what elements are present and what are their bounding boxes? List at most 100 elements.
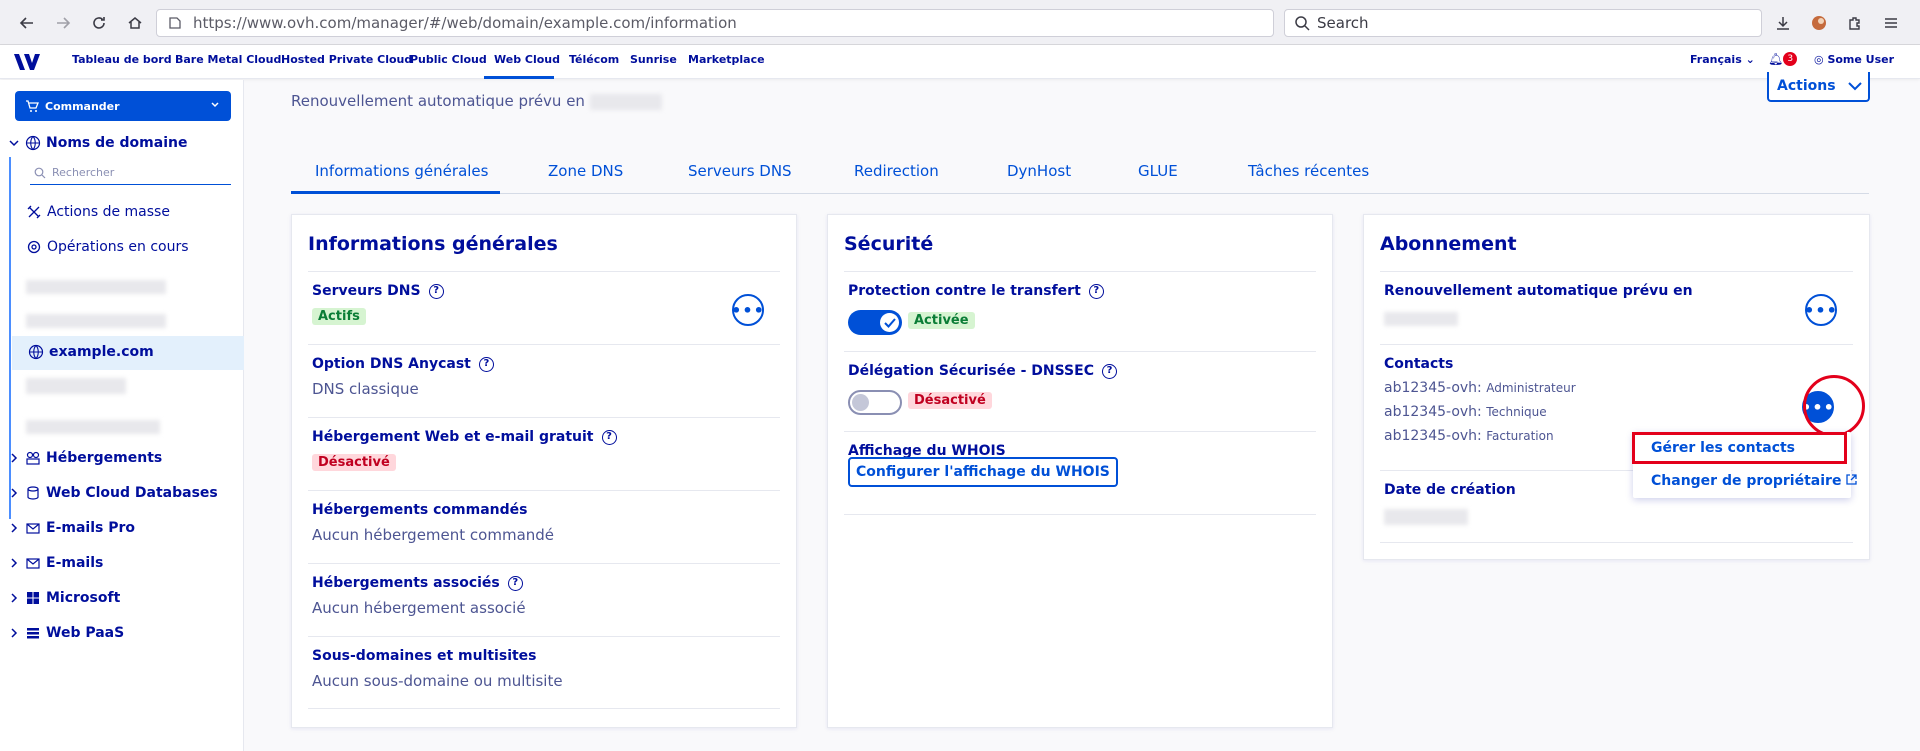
actions-label: Actions (1777, 78, 1836, 94)
renewal-more-button[interactable]: ••• (1804, 294, 1838, 326)
tab-recent-tasks[interactable]: Tâches récentes (1248, 162, 1369, 180)
blurred-domain-4[interactable] (26, 420, 160, 434)
anycast-label: Option DNS Anycast? (312, 356, 494, 372)
help-icon[interactable]: ? (1088, 283, 1104, 299)
ovh-logo-icon[interactable] (12, 52, 46, 72)
help-icon[interactable]: ? (507, 575, 523, 591)
sidebar-item-label: Noms de domaine (46, 135, 188, 151)
reload-button[interactable] (86, 10, 112, 36)
more-icon: ••• (731, 300, 765, 320)
nav-sunrise[interactable]: Sunrise (630, 53, 677, 66)
toggle-knob (852, 394, 869, 411)
subdomains-label: Sous-domaines et multisites (312, 648, 537, 664)
transfer-protection-label-text: Protection contre le transfert (848, 283, 1081, 299)
renewal-row: Renouvellement automatique prévu en ••• (1380, 271, 1853, 344)
browser-toolbar: https://www.ovh.com/manager/#/web/domain… (0, 0, 1920, 45)
blurred-renewal-value (1384, 312, 1458, 326)
dnssec-status-badge: Désactivé (908, 392, 992, 409)
help-icon[interactable]: ? (428, 283, 444, 299)
dnssec-toggle[interactable] (848, 390, 902, 415)
contact-admin: ab12345-ovh: Administrateur (1384, 380, 1576, 396)
dns-servers-row: Serveurs DNS? Actifs ••• (308, 271, 780, 344)
sidebar-item-label: Actions de masse (47, 204, 170, 220)
help-icon[interactable]: ? (478, 356, 494, 372)
tab-general-info[interactable]: Informations générales (315, 162, 488, 180)
tab-glue[interactable]: GLUE (1138, 162, 1178, 180)
card-title: Informations générales (308, 233, 558, 255)
tab-dns-servers[interactable]: Serveurs DNS (688, 162, 792, 180)
dnssec-row: Délégation Sécurisée - DNSSEC? Désactivé (844, 351, 1316, 431)
profile-button[interactable] (1806, 10, 1832, 36)
blurred-domain-2[interactable] (26, 314, 166, 328)
sidebar-item-label: Microsoft (46, 590, 121, 606)
sidebar-item-web-paas[interactable]: Web PaaS (8, 625, 124, 641)
sidebar-item-emails[interactable]: E-mails (8, 555, 103, 571)
nav-telecom[interactable]: Télécom (569, 53, 619, 66)
nav-public-cloud[interactable]: Public Cloud (410, 53, 487, 66)
language-selector[interactable]: Français ⌄ (1690, 53, 1755, 66)
blurred-domain-3[interactable] (26, 378, 126, 394)
notifications-button[interactable]: 🔔︎ 3 (1768, 52, 1798, 66)
extensions-button[interactable] (1842, 10, 1868, 36)
mail-icon (26, 523, 40, 534)
hosting-associated-label-text: Hébergements associés (312, 575, 500, 591)
notification-count: 3 (1783, 52, 1798, 66)
creation-date-label: Date de création (1384, 482, 1516, 498)
forward-arrow-icon (57, 17, 71, 29)
sidebar-item-hosting[interactable]: Hébergements (8, 450, 162, 466)
dns-servers-more-button[interactable]: ••• (731, 294, 765, 326)
language-label: Français (1690, 53, 1742, 66)
sidebar-item-emails-pro[interactable]: E-mails Pro (8, 520, 135, 536)
blurred-domain-1[interactable] (26, 280, 166, 294)
stack-icon (27, 628, 39, 639)
sidebar-item-domains[interactable]: Noms de domaine (8, 135, 187, 151)
commander-button[interactable]: Commander (15, 91, 231, 121)
security-card: Sécurité Protection contre le transfert?… (827, 214, 1333, 728)
sidebar-search-input[interactable]: Rechercher (30, 161, 231, 185)
header-renewal-label: Renouvellement automatique prévu en (291, 92, 585, 110)
user-menu[interactable]: ◎ Some User (1814, 53, 1894, 66)
tab-redirection[interactable]: Redirection (854, 162, 939, 180)
back-button[interactable] (14, 10, 40, 36)
transfer-protection-toggle[interactable] (848, 310, 902, 335)
configure-whois-button[interactable]: Configurer l'affichage du WHOIS (848, 457, 1118, 487)
change-owner-item[interactable]: Changer de propriétaire (1651, 473, 1857, 489)
gear-icon (27, 240, 41, 254)
chevron-right-icon (11, 628, 18, 638)
home-button[interactable] (122, 10, 148, 36)
card-title: Abonnement (1380, 233, 1517, 255)
help-icon[interactable]: ? (601, 429, 617, 445)
chevron-right-icon (11, 558, 18, 568)
contact-tech: ab12345-ovh: Technique (1384, 404, 1547, 420)
help-icon[interactable]: ? (1101, 363, 1117, 379)
profile-avatar-icon (1812, 16, 1826, 30)
forward-button[interactable] (50, 10, 76, 36)
sidebar-item-microsoft[interactable]: Microsoft (8, 590, 120, 606)
tab-dns-zone[interactable]: Zone DNS (548, 162, 623, 180)
top-navigation: Tableau de bord Bare Metal Cloud Hosted … (0, 45, 1920, 79)
sidebar-item-example-com[interactable]: example.com (28, 344, 154, 360)
nav-web-cloud[interactable]: Web Cloud (494, 53, 560, 66)
user-icon: ◎ (1814, 53, 1824, 66)
chevron-right-icon (11, 593, 18, 603)
browser-search-input[interactable]: Search (1284, 9, 1762, 37)
sidebar-item-label: E-mails Pro (46, 520, 135, 536)
downloads-button[interactable] (1770, 10, 1796, 36)
tab-dynhost[interactable]: DynHost (1007, 162, 1071, 180)
sidebar-item-web-cloud-databases[interactable]: Web Cloud Databases (8, 485, 218, 501)
free-hosting-label: Hébergement Web et e-mail gratuit? (312, 429, 617, 445)
sidebar-search-placeholder: Rechercher (52, 166, 115, 179)
menu-button[interactable] (1878, 10, 1904, 36)
actions-button[interactable]: Actions (1767, 72, 1870, 102)
page-info-icon (169, 17, 181, 29)
more-icon: ••• (1804, 300, 1838, 320)
nav-marketplace[interactable]: Marketplace (688, 53, 765, 66)
sidebar-item-ongoing-operations[interactable]: Opérations en cours (26, 239, 189, 255)
url-bar[interactable]: https://www.ovh.com/manager/#/web/domain… (156, 9, 1274, 37)
annotation-circle (1803, 375, 1865, 437)
sidebar-item-mass-actions[interactable]: Actions de masse (26, 204, 170, 220)
nav-hosted-private-cloud[interactable]: Hosted Private Cloud (281, 53, 412, 66)
active-tab-indicator (291, 191, 500, 194)
nav-bare-metal-cloud[interactable]: Bare Metal Cloud (175, 53, 281, 66)
nav-dashboard[interactable]: Tableau de bord (72, 53, 172, 66)
